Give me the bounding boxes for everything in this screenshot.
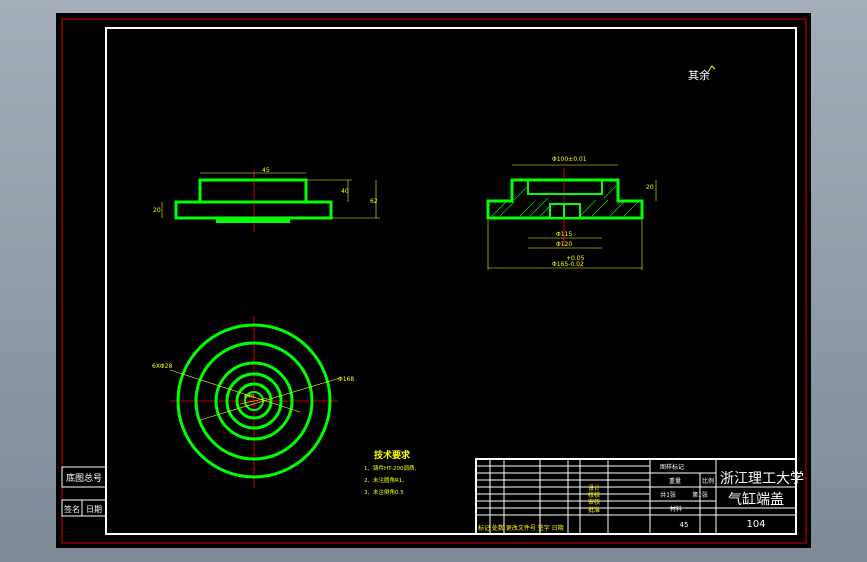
revision-row-labels: 标记 处数 更改文件号 签字 日期: [478, 524, 564, 532]
section-dim-bottom: Φ165-0.02: [552, 261, 584, 268]
outer-frame: [61, 18, 807, 544]
material-value: 45: [680, 521, 689, 529]
part-name: 气缸端盖: [728, 491, 784, 508]
top-view: 6XΦ28 Φ168 Φ40: [152, 316, 354, 488]
label-date: 日期: [86, 505, 102, 514]
section-dim-top: Φ100±0.01: [552, 156, 587, 163]
front-spigot: [216, 218, 290, 223]
front-dim-left: 20: [153, 207, 161, 214]
row-label-check: 校核: [588, 491, 600, 499]
row-label-design: 设计: [588, 484, 600, 492]
tech-req-title: 技术要求: [374, 449, 411, 461]
row-label-approve: 批准: [588, 506, 600, 514]
front-flange: [174, 200, 333, 220]
tech-req-line1: 1、铸件HT-200调质,: [364, 464, 416, 472]
top-dim-right: Φ168: [338, 376, 354, 383]
section-view: Φ100±0.01 20 Φ115 Φ120 +0.05 Φ165-0.02: [486, 156, 657, 270]
row-label-review: 审核: [588, 498, 600, 506]
school-name: 浙江理工大学: [720, 471, 804, 487]
front-dim-right-inner: 40: [341, 188, 349, 195]
tech-req-line3: 3、未注倒角0.5: [364, 488, 404, 496]
cell-sheets-total: 共1张: [660, 491, 676, 499]
section-dim-right: 20: [646, 184, 654, 191]
drawing-number: 104: [746, 519, 765, 530]
top-dim-left: 6XΦ28: [152, 363, 172, 370]
label-drawing-number: 底图总号: [66, 472, 102, 484]
front-dim-top: 45: [262, 167, 270, 174]
cell-material-label: 材料: [670, 505, 682, 513]
cell-sheet-no: 第1张: [692, 491, 708, 499]
tech-req-line2: 2、未注圆角R1,: [364, 476, 404, 484]
front-boss: [198, 178, 308, 204]
cell-drawing-mark: 图样标记: [660, 463, 684, 471]
section-dim-mid1: Φ115: [556, 231, 572, 238]
cad-drawing: 底图总号 签名 日期 其余 45 20 40 62 Φ100±0.01 20 Φ…: [61, 18, 807, 544]
front-dim-right-outer: 62: [370, 198, 378, 205]
cell-weight: 重量: [669, 477, 681, 485]
label-signature: 签名: [64, 504, 80, 514]
top-dim-center: Φ40: [244, 394, 254, 400]
section-dim-mid2: Φ120: [556, 241, 572, 248]
cell-scale: 比例: [702, 477, 714, 485]
front-view: 45 20 40 62: [153, 167, 380, 232]
surface-note: 其余: [688, 68, 710, 82]
